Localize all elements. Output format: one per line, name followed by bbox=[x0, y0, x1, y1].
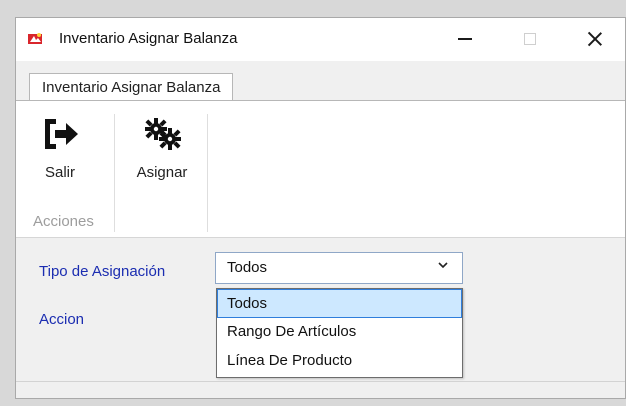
salir-button[interactable]: Salir bbox=[34, 113, 86, 182]
app-logo-icon bbox=[28, 33, 42, 44]
app-window: Inventario Asignar Balanza Inventario As… bbox=[15, 17, 626, 399]
minimize-button[interactable] bbox=[441, 18, 489, 60]
minimize-icon bbox=[458, 38, 472, 40]
close-button[interactable] bbox=[571, 18, 619, 60]
salir-label: Salir bbox=[44, 164, 75, 181]
gears-icon bbox=[126, 113, 198, 155]
maximize-icon bbox=[524, 33, 536, 45]
asignar-label: Asignar bbox=[136, 164, 188, 181]
ribbon-tab-strip: Inventario Asignar Balanza bbox=[16, 61, 625, 102]
exit-icon bbox=[34, 113, 86, 155]
selected-value: Todos bbox=[227, 259, 268, 276]
maximize-button[interactable] bbox=[506, 18, 554, 60]
tipo-asignacion-dropdown-list: Todos Rango De Artículos Línea De Produc… bbox=[216, 288, 463, 378]
tipo-asignacion-label: Tipo de Asignación bbox=[39, 263, 166, 280]
tipo-asignacion-select[interactable]: Todos bbox=[215, 252, 463, 284]
accion-label: Accion bbox=[39, 311, 85, 328]
close-icon bbox=[587, 31, 603, 47]
title-bar: Inventario Asignar Balanza bbox=[16, 18, 625, 61]
ribbon-separator bbox=[114, 114, 115, 232]
asignar-button[interactable]: Asignar bbox=[126, 113, 198, 182]
window-title: Inventario Asignar Balanza bbox=[59, 30, 238, 47]
tab-inventario-asignar-balanza[interactable]: Inventario Asignar Balanza bbox=[29, 73, 234, 101]
bottom-divider bbox=[16, 381, 625, 382]
form-area: Tipo de Asignación Todos Accion Todos Ra… bbox=[16, 238, 625, 398]
option-todos[interactable]: Todos bbox=[217, 289, 462, 318]
option-rango-de-articulos[interactable]: Rango De Artículos bbox=[217, 318, 462, 347]
ribbon-group-label: Acciones bbox=[33, 213, 94, 230]
ribbon-separator bbox=[207, 114, 208, 232]
chevron-down-icon bbox=[438, 262, 448, 269]
ribbon-panel: Salir Asignar Acciones bbox=[16, 100, 625, 238]
option-linea-de-producto[interactable]: Línea De Producto bbox=[217, 347, 462, 376]
